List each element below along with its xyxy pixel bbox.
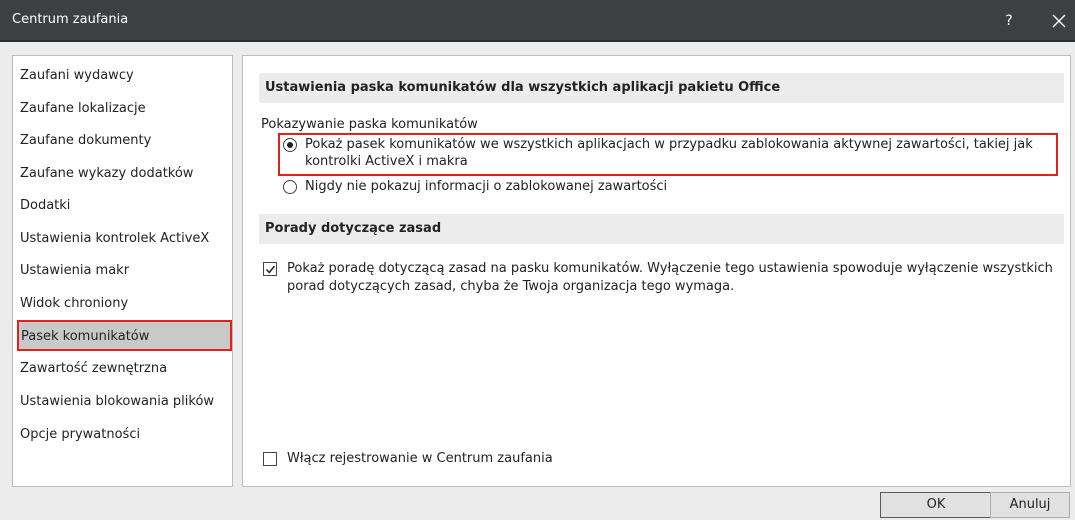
message-bar-section-header: Ustawienia paska komunikatów dla wszystk… [259,73,1064,103]
sidebar-item-trusted-publishers[interactable]: Zaufani wydawcy [18,61,230,90]
sidebar-item-external-content[interactable]: Zawartość zewnętrzna [18,354,230,383]
show-message-bar-label-line2: kontrolki ActiveX i makra [305,154,468,169]
sidebar-item-trusted-locations[interactable]: Zaufane lokalizacje [18,94,230,123]
sidebar-item-protected-view[interactable]: Widok chroniony [18,289,230,318]
checkmark-icon [265,265,276,274]
message-bar-group-label: Pokazywanie paska komunikatów [261,117,478,132]
show-message-bar-radio[interactable] [283,138,297,152]
cancel-button[interactable]: Anuluj [990,492,1070,518]
content-panel: Ustawienia paska komunikatów dla wszystk… [242,55,1071,487]
sidebar-item-trusted-documents[interactable]: Zaufane dokumenty [18,126,230,155]
sidebar: Zaufani wydawcy Zaufane lokalizacje Zauf… [12,55,233,487]
sidebar-item-file-block-settings[interactable]: Ustawienia blokowania plików [18,387,230,416]
policy-tip-label-line1: Pokaż poradę dotyczącą zasad na pasku ko… [287,261,1053,276]
sidebar-item-privacy-options[interactable]: Opcje prywatności [18,420,230,449]
show-message-bar-label-line1: Pokaż pasek komunikatów we wszystkich ap… [305,137,1033,152]
window-title: Centrum zaufania [12,12,129,27]
help-button[interactable]: ? [994,9,1024,35]
sidebar-item-message-bar[interactable]: Pasek komunikatów [17,320,232,351]
sidebar-item-trusted-addin-catalogs[interactable]: Zaufane wykazy dodatków [18,159,230,188]
never-show-info-radio[interactable] [283,180,297,194]
enable-logging-label: Włącz rejestrowanie w Centrum zaufania [287,451,553,466]
policy-tip-checkbox[interactable] [263,262,277,276]
close-button[interactable] [1044,8,1074,36]
title-bar: Centrum zaufania ? [0,0,1075,42]
policy-tips-section-header: Porady dotyczące zasad [259,214,1064,244]
sidebar-item-addins[interactable]: Dodatki [18,191,230,220]
sidebar-item-activex-settings[interactable]: Ustawienia kontrolek ActiveX [18,224,230,253]
never-show-info-label: Nigdy nie pokazuj informacji o zablokowa… [305,179,668,194]
close-icon [1052,14,1066,28]
sidebar-item-macro-settings[interactable]: Ustawienia makr [18,256,230,285]
enable-logging-checkbox[interactable] [263,452,277,466]
ok-button[interactable]: OK [880,492,992,518]
policy-tip-label-line2: porad dotyczących zasad, chyba że Twoja … [287,279,735,294]
